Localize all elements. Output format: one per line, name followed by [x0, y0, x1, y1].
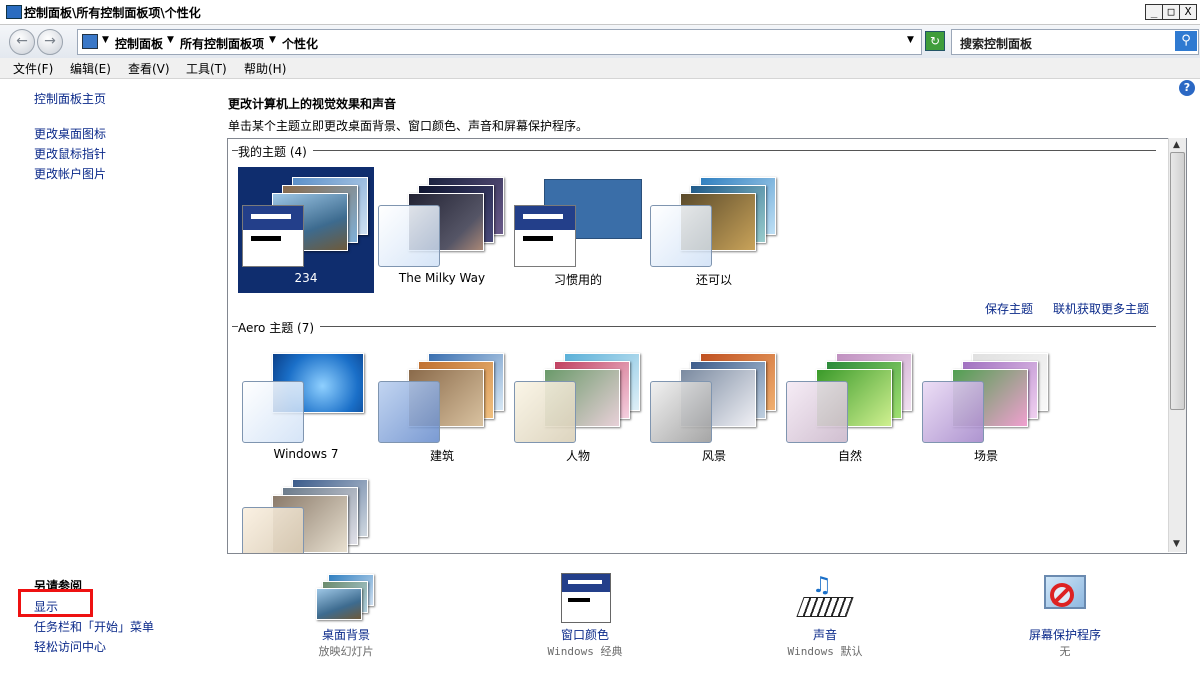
theme-item-partial[interactable] [238, 469, 374, 553]
aero-themes-header: Aero 主题 (7) [238, 319, 321, 336]
theme-item-milky-way[interactable]: The Milky Way [374, 167, 510, 293]
search-icon[interactable]: ⚲ [1175, 31, 1197, 51]
search-input[interactable]: 搜索控制面板 ⚲ [951, 29, 1199, 55]
scroll-down-icon[interactable]: ▼ [1170, 538, 1183, 551]
theme-label: 人物 [565, 449, 590, 463]
window-color-value: Windows 经典 [547, 645, 623, 658]
theme-label: 建筑 [429, 449, 454, 463]
close-button[interactable]: X [1179, 4, 1197, 20]
group-divider [232, 150, 1156, 151]
back-arrow-icon: ← [16, 33, 28, 49]
glass-color-swatch [786, 381, 848, 443]
desktop-background-icon[interactable] [316, 574, 374, 622]
search-placeholder: 搜索控制面板 [960, 37, 1033, 51]
window-color-link[interactable]: 窗口颜色 [535, 626, 635, 643]
forward-arrow-icon: → [44, 33, 56, 49]
change-desktop-icons-link[interactable]: 更改桌面图标 [34, 125, 106, 142]
refresh-icon[interactable]: ↻ [925, 31, 945, 51]
theme-item-acceptable[interactable]: 还可以 [646, 167, 782, 293]
theme-label: 风景 [701, 449, 726, 463]
window-color-swatch [514, 205, 576, 267]
title-bar: 控制面板\所有控制面板项\个性化 _ □ X [0, 0, 1200, 25]
address-bar: ← → ▼ 控制面板 ▼ 所有控制面板项 ▼ 个性化 ▼ ↻ 搜索控制面板 ⚲ [0, 25, 1200, 59]
glass-color-swatch [378, 205, 440, 267]
scroll-up-icon[interactable]: ▲ [1170, 139, 1183, 152]
theme-label: 场景 [973, 449, 998, 463]
glass-color-swatch [922, 381, 984, 443]
my-themes-header: 我的主题 (4) [238, 143, 313, 160]
menu-tools[interactable]: 工具(T) [186, 60, 227, 77]
address-dropdown-icon[interactable]: ▼ [907, 35, 914, 45]
sounds-link[interactable]: 声音 [775, 626, 875, 643]
glass-color-swatch [242, 381, 304, 443]
screen-saver-link[interactable]: 屏幕保护程序 [1015, 626, 1115, 643]
forward-button[interactable]: → [37, 29, 63, 55]
chevron-down-icon[interactable]: ▼ [102, 35, 109, 45]
theme-item-landscapes[interactable]: 风景 [646, 343, 782, 469]
theme-label: 自然 [837, 449, 862, 463]
minimize-button[interactable]: _ [1145, 4, 1163, 20]
menu-view[interactable]: 查看(V) [128, 60, 170, 77]
screen-saver-icon[interactable] [1040, 573, 1088, 621]
theme-label: 习惯用的 [553, 273, 602, 287]
change-account-picture-link[interactable]: 更改帐户图片 [34, 165, 106, 182]
back-button[interactable]: ← [9, 29, 35, 55]
glass-color-swatch [378, 381, 440, 443]
control-panel-icon [6, 5, 22, 19]
menu-file[interactable]: 文件(F) [13, 60, 53, 77]
control-panel-icon [82, 34, 98, 49]
chevron-down-icon[interactable]: ▼ [167, 35, 174, 45]
theme-label: 234 [294, 271, 318, 285]
group-divider [232, 326, 1156, 327]
sounds-value: Windows 默认 [787, 645, 863, 658]
breadcrumb-item[interactable]: 所有控制面板项 [180, 35, 264, 52]
glass-color-swatch [242, 507, 304, 553]
screen-saver-value: 无 [1059, 645, 1071, 658]
theme-label: 还可以 [695, 273, 732, 287]
window-color-icon[interactable] [561, 573, 611, 623]
page-title: 更改计算机上的视觉效果和声音 [228, 97, 397, 111]
help-icon[interactable]: ? [1179, 80, 1195, 96]
highlight-box [18, 589, 93, 617]
theme-item-nature[interactable]: 自然 [782, 343, 918, 469]
sounds-icon[interactable]: ♫ [796, 573, 854, 621]
theme-label: The Milky Way [398, 271, 486, 285]
menu-edit[interactable]: 编辑(E) [70, 60, 111, 77]
chevron-down-icon[interactable]: ▼ [269, 35, 276, 45]
window-color-swatch [242, 205, 304, 267]
menu-bar: 文件(F) 编辑(E) 查看(V) 工具(T) 帮助(H) [0, 58, 1200, 79]
change-mouse-pointer-link[interactable]: 更改鼠标指针 [34, 145, 106, 162]
theme-item-scenes[interactable]: 场景 [918, 343, 1054, 469]
glass-color-swatch [650, 381, 712, 443]
themes-list: 我的主题 (4) 234 The Milky Way 习惯用的 还可以 保存主题… [227, 138, 1187, 554]
glass-color-swatch [514, 381, 576, 443]
taskbar-start-menu-link[interactable]: 任务栏和「开始」菜单 [34, 618, 154, 635]
menu-help[interactable]: 帮助(H) [244, 60, 286, 77]
theme-item-habitual[interactable]: 习惯用的 [510, 167, 646, 293]
breadcrumb-item[interactable]: 控制面板 [115, 35, 163, 52]
get-more-themes-link[interactable]: 联机获取更多主题 [1053, 300, 1149, 317]
ease-of-access-link[interactable]: 轻松访问中心 [34, 638, 106, 655]
maximize-button[interactable]: □ [1162, 4, 1180, 20]
theme-item-people[interactable]: 人物 [510, 343, 646, 469]
breadcrumb[interactable]: ▼ 控制面板 ▼ 所有控制面板项 ▼ 个性化 ▼ [77, 29, 922, 55]
control-panel-home-link[interactable]: 控制面板主页 [34, 90, 106, 107]
window-title: 控制面板\所有控制面板项\个性化 [24, 6, 201, 20]
scrollbar-thumb[interactable] [1170, 152, 1185, 410]
theme-item-architecture[interactable]: 建筑 [374, 343, 510, 469]
theme-label: Windows 7 [273, 447, 339, 461]
page-description: 单击某个主题立即更改桌面背景、窗口颜色、声音和屏幕保护程序。 [228, 119, 589, 133]
theme-item-234[interactable]: 234 [238, 167, 374, 293]
desktop-background-link[interactable]: 桌面背景 [296, 626, 396, 643]
desktop-background-value: 放映幻灯片 [318, 645, 374, 658]
save-theme-link[interactable]: 保存主题 [985, 300, 1033, 317]
glass-color-swatch [650, 205, 712, 267]
theme-item-windows7[interactable]: Windows 7 [238, 343, 374, 469]
breadcrumb-item[interactable]: 个性化 [282, 35, 318, 52]
